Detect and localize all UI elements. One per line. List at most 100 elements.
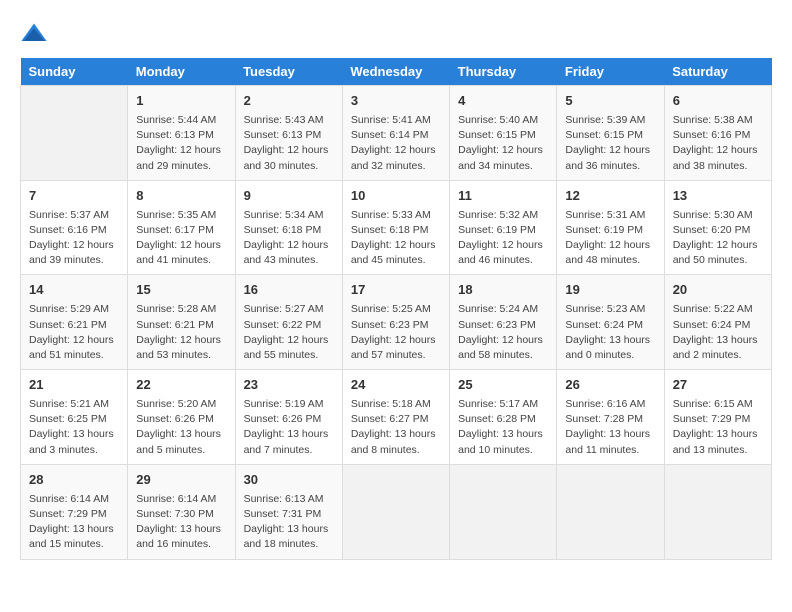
day-number: 20 xyxy=(673,281,763,300)
calendar-cell: 1 Sunrise: 5:44 AM Sunset: 6:13 PM Daylig… xyxy=(128,86,235,181)
calendar-cell: 27Sunrise: 6:15 AM Sunset: 7:29 PM Dayli… xyxy=(664,370,771,465)
day-number: 3 xyxy=(351,92,441,111)
calendar-cell: 18 Sunrise: 5:24 AM Sunset: 6:23 PM Dayli… xyxy=(450,275,557,370)
day-header-thursday: Thursday xyxy=(450,58,557,86)
calendar-cell: 6 Sunrise: 5:38 AM Sunset: 6:16 PM Daylig… xyxy=(664,86,771,181)
day-info: Sunrise: 5:37 AM Sunset: 6:16 PM Dayligh… xyxy=(29,208,119,269)
day-number: 13 xyxy=(673,187,763,206)
day-info: Sunrise: 5:44 AM Sunset: 6:13 PM Dayligh… xyxy=(136,113,226,174)
calendar-cell: 2Sunrise: 5:43 AM Sunset: 6:13 PM Daylig… xyxy=(235,86,342,181)
day-number: 7 xyxy=(29,187,119,206)
calendar-cell: 26 Sunrise: 6:16 AM Sunset: 7:28 PM Dayli… xyxy=(557,370,664,465)
day-number: 27 xyxy=(673,376,763,395)
day-info: Sunrise: 5:18 AM Sunset: 6:27 PM Dayligh… xyxy=(351,397,441,458)
day-number: 29 xyxy=(136,471,226,490)
logo xyxy=(20,20,52,48)
day-info: Sunrise: 5:35 AM Sunset: 6:17 PM Dayligh… xyxy=(136,208,226,269)
day-info: Sunrise: 5:33 AM Sunset: 6:18 PM Dayligh… xyxy=(351,208,441,269)
calendar-cell: 5 Sunrise: 5:39 AM Sunset: 6:15 PM Daylig… xyxy=(557,86,664,181)
calendar-week-5: 28 Sunrise: 6:14 AM Sunset: 7:29 PM Dayli… xyxy=(21,464,772,559)
day-header-saturday: Saturday xyxy=(664,58,771,86)
day-info: Sunrise: 5:29 AM Sunset: 6:21 PM Dayligh… xyxy=(29,302,119,363)
day-info: Sunrise: 5:31 AM Sunset: 6:19 PM Dayligh… xyxy=(565,208,655,269)
calendar-table: SundayMondayTuesdayWednesdayThursdayFrid… xyxy=(20,58,772,560)
header xyxy=(20,20,772,48)
day-number: 18 xyxy=(458,281,548,300)
logo-icon xyxy=(20,20,48,48)
day-info: Sunrise: 5:21 AM Sunset: 6:25 PM Dayligh… xyxy=(29,397,119,458)
day-header-friday: Friday xyxy=(557,58,664,86)
calendar-header: SundayMondayTuesdayWednesdayThursdayFrid… xyxy=(21,58,772,86)
calendar-body: 1 Sunrise: 5:44 AM Sunset: 6:13 PM Daylig… xyxy=(21,86,772,560)
day-info: Sunrise: 6:14 AM Sunset: 7:29 PM Dayligh… xyxy=(29,492,119,553)
calendar-cell: 21 Sunrise: 5:21 AM Sunset: 6:25 PM Dayli… xyxy=(21,370,128,465)
day-number: 26 xyxy=(565,376,655,395)
day-info: Sunrise: 6:13 AM Sunset: 7:31 PM Dayligh… xyxy=(244,492,334,553)
day-info: Sunrise: 5:22 AM Sunset: 6:24 PM Dayligh… xyxy=(673,302,763,363)
day-info: Sunrise: 6:14 AM Sunset: 7:30 PM Dayligh… xyxy=(136,492,226,553)
day-info: Sunrise: 5:40 AM Sunset: 6:15 PM Dayligh… xyxy=(458,113,548,174)
calendar-cell: 8 Sunrise: 5:35 AM Sunset: 6:17 PM Daylig… xyxy=(128,180,235,275)
day-info: Sunrise: 5:19 AM Sunset: 6:26 PM Dayligh… xyxy=(244,397,334,458)
calendar-cell xyxy=(664,464,771,559)
day-number: 22 xyxy=(136,376,226,395)
day-header-wednesday: Wednesday xyxy=(342,58,449,86)
calendar-cell: 17 Sunrise: 5:25 AM Sunset: 6:23 PM Dayli… xyxy=(342,275,449,370)
day-header-sunday: Sunday xyxy=(21,58,128,86)
calendar-cell: 19 Sunrise: 5:23 AM Sunset: 6:24 PM Dayli… xyxy=(557,275,664,370)
calendar-cell: 15 Sunrise: 5:28 AM Sunset: 6:21 PM Dayli… xyxy=(128,275,235,370)
day-number: 8 xyxy=(136,187,226,206)
day-number: 5 xyxy=(565,92,655,111)
calendar-cell: 29 Sunrise: 6:14 AM Sunset: 7:30 PM Dayli… xyxy=(128,464,235,559)
day-info: Sunrise: 5:23 AM Sunset: 6:24 PM Dayligh… xyxy=(565,302,655,363)
calendar-cell: 7 Sunrise: 5:37 AM Sunset: 6:16 PM Daylig… xyxy=(21,180,128,275)
calendar-week-1: 1 Sunrise: 5:44 AM Sunset: 6:13 PM Daylig… xyxy=(21,86,772,181)
calendar-cell: 9 Sunrise: 5:34 AM Sunset: 6:18 PM Daylig… xyxy=(235,180,342,275)
calendar-cell xyxy=(450,464,557,559)
calendar-cell: 22Sunrise: 5:20 AM Sunset: 6:26 PM Dayli… xyxy=(128,370,235,465)
calendar-cell: 28 Sunrise: 6:14 AM Sunset: 7:29 PM Dayli… xyxy=(21,464,128,559)
calendar-cell: 10 Sunrise: 5:33 AM Sunset: 6:18 PM Dayli… xyxy=(342,180,449,275)
day-number: 24 xyxy=(351,376,441,395)
day-number: 4 xyxy=(458,92,548,111)
day-number: 12 xyxy=(565,187,655,206)
calendar-cell: 20 Sunrise: 5:22 AM Sunset: 6:24 PM Dayli… xyxy=(664,275,771,370)
day-number: 28 xyxy=(29,471,119,490)
day-number: 19 xyxy=(565,281,655,300)
day-number: 10 xyxy=(351,187,441,206)
day-number: 25 xyxy=(458,376,548,395)
day-info: Sunrise: 5:28 AM Sunset: 6:21 PM Dayligh… xyxy=(136,302,226,363)
day-info: Sunrise: 5:32 AM Sunset: 6:19 PM Dayligh… xyxy=(458,208,548,269)
day-info: Sunrise: 5:25 AM Sunset: 6:23 PM Dayligh… xyxy=(351,302,441,363)
day-info: Sunrise: 5:24 AM Sunset: 6:23 PM Dayligh… xyxy=(458,302,548,363)
calendar-cell: 23Sunrise: 5:19 AM Sunset: 6:26 PM Dayli… xyxy=(235,370,342,465)
calendar-cell: 4 Sunrise: 5:40 AM Sunset: 6:15 PM Daylig… xyxy=(450,86,557,181)
day-number: 30 xyxy=(244,471,334,490)
day-number: 15 xyxy=(136,281,226,300)
calendar-cell: 14Sunrise: 5:29 AM Sunset: 6:21 PM Dayli… xyxy=(21,275,128,370)
calendar-cell: 24 Sunrise: 5:18 AM Sunset: 6:27 PM Dayli… xyxy=(342,370,449,465)
day-number: 9 xyxy=(244,187,334,206)
day-info: Sunrise: 5:43 AM Sunset: 6:13 PM Dayligh… xyxy=(244,113,334,174)
calendar-cell xyxy=(342,464,449,559)
calendar-cell xyxy=(557,464,664,559)
day-number: 6 xyxy=(673,92,763,111)
day-info: Sunrise: 5:39 AM Sunset: 6:15 PM Dayligh… xyxy=(565,113,655,174)
day-info: Sunrise: 5:38 AM Sunset: 6:16 PM Dayligh… xyxy=(673,113,763,174)
calendar-cell: 25Sunrise: 5:17 AM Sunset: 6:28 PM Dayli… xyxy=(450,370,557,465)
day-info: Sunrise: 5:41 AM Sunset: 6:14 PM Dayligh… xyxy=(351,113,441,174)
day-number: 17 xyxy=(351,281,441,300)
calendar-week-4: 21 Sunrise: 5:21 AM Sunset: 6:25 PM Dayli… xyxy=(21,370,772,465)
day-info: Sunrise: 5:30 AM Sunset: 6:20 PM Dayligh… xyxy=(673,208,763,269)
day-info: Sunrise: 6:16 AM Sunset: 7:28 PM Dayligh… xyxy=(565,397,655,458)
day-number: 21 xyxy=(29,376,119,395)
calendar-week-2: 7 Sunrise: 5:37 AM Sunset: 6:16 PM Daylig… xyxy=(21,180,772,275)
day-info: Sunrise: 5:34 AM Sunset: 6:18 PM Dayligh… xyxy=(244,208,334,269)
calendar-cell: 3 Sunrise: 5:41 AM Sunset: 6:14 PM Daylig… xyxy=(342,86,449,181)
calendar-cell: 16Sunrise: 5:27 AM Sunset: 6:22 PM Dayli… xyxy=(235,275,342,370)
calendar-week-3: 14Sunrise: 5:29 AM Sunset: 6:21 PM Dayli… xyxy=(21,275,772,370)
day-header-tuesday: Tuesday xyxy=(235,58,342,86)
day-info: Sunrise: 5:27 AM Sunset: 6:22 PM Dayligh… xyxy=(244,302,334,363)
day-number: 1 xyxy=(136,92,226,111)
calendar-cell: 11Sunrise: 5:32 AM Sunset: 6:19 PM Dayli… xyxy=(450,180,557,275)
